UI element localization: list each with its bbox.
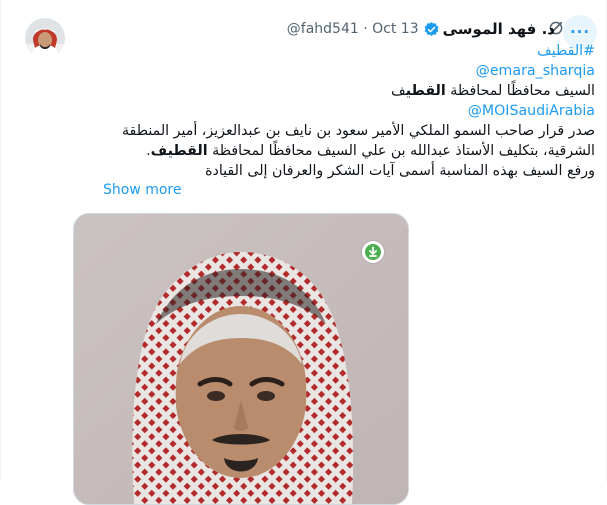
download-button[interactable] [362,241,384,263]
portrait-photo [74,214,408,504]
verified-badge-icon [424,21,438,36]
tweet-line-5: صدر قرار صاحب السمو الملكي الأمير سعود ب… [121,123,595,139]
mention-link-emara-sharqia[interactable]: @emara_sharqia [476,61,595,81]
line-6-bold: القطيف [150,143,208,159]
show-more-link[interactable]: Show more [103,182,182,198]
tweet-header: د. فهد الموسى @fahd541 · Oct 13 [150,18,555,40]
tweet-media-photo[interactable] [73,213,409,505]
line-3-bold: القطي [405,83,446,99]
author-display-name[interactable]: د. فهد الموسى [443,20,555,38]
line-3-text: السيف محافظًا لمحافظة [445,83,595,99]
tweet-line-6: الشرقية، بتكليف الأستاذ عبدالله بن علي ا… [72,141,595,161]
download-icon [365,244,381,260]
tweet-meta: @fahd541 · Oct 13 [287,21,419,37]
tweet-line-7: ورفع السيف بهذه المناسبة أسمى آيات الشكر… [205,163,595,179]
line-6-text: الشرقية، بتكليف الأستاذ عبدالله بن علي ا… [207,143,595,159]
avatar-image [25,18,65,58]
author-handle[interactable]: @fahd541 [287,21,359,37]
line-3-tail: ف [391,83,406,99]
tweet-line-3: السيف محافظًا لمحافظة القطيف [72,81,595,101]
mention-link-moi[interactable]: @MOISaudiArabia [468,101,595,121]
author-avatar[interactable] [25,18,65,58]
meta-separator: · [363,21,368,37]
tweet-date[interactable]: Oct 13 [372,21,418,37]
tweet-text: #القطيف @emara_sharqia السيف محافظًا لمح… [72,41,595,181]
hashtag-link[interactable]: #القطيف [537,43,595,59]
timeline-border-left [0,0,1,481]
more-horizontal-icon: ··· [569,23,591,41]
